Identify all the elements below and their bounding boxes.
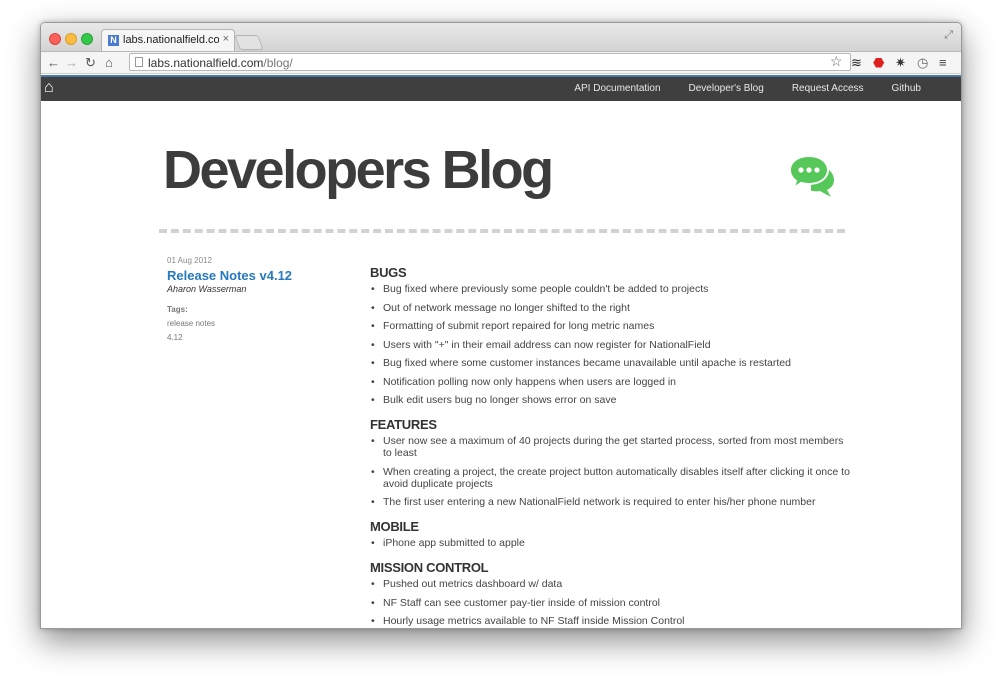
forward-icon[interactable]: → (65, 54, 78, 71)
list-item: Bug fixed where previously some people c… (370, 283, 850, 295)
back-icon[interactable]: ← (47, 54, 60, 71)
list-item: When creating a project, the create proj… (370, 466, 850, 490)
bookmark-star-icon[interactable]: ☆ (830, 53, 843, 70)
home-nav-icon[interactable]: ⌂ (44, 79, 54, 97)
browser-window: N labs.nationalfield.com/blog/ × ⤢ ← → ↻… (40, 22, 962, 629)
section-heading: BUGS (370, 265, 407, 280)
section-list: Bug fixed where previously some people c… (370, 283, 850, 406)
list-item: Formatting of submit report repaired for… (370, 320, 850, 332)
list-item: User now see a maximum of 40 projects du… (370, 435, 850, 459)
menu-icon[interactable]: ≡ (939, 55, 947, 70)
page-title: Developers Blog (163, 140, 554, 200)
tab-strip: N labs.nationalfield.com/blog/ × ⤢ (41, 23, 961, 52)
reload-icon[interactable]: ↻ (85, 54, 96, 71)
blog-content: Developers Blog 01 Aug 2012 Release Note… (41, 101, 961, 628)
site-favicon-icon: N (108, 35, 119, 46)
nav-link-github[interactable]: Github (892, 83, 921, 94)
list-item: Out of network message no longer shifted… (370, 302, 850, 314)
tag-list: release notes 4.12 (167, 319, 292, 342)
nav-links: API Documentation Developer's Blog Request… (546, 83, 921, 94)
section-list: iPhone app submitted to apple (370, 537, 850, 549)
post-date: 01 Aug 2012 (167, 256, 212, 265)
tag-link[interactable]: release notes (167, 319, 292, 328)
list-item: Bulk edit users bug no longer shows erro… (370, 394, 850, 406)
chat-bubbles-icon (789, 155, 834, 197)
adblock-extension-icon[interactable]: ⬣ (873, 55, 884, 70)
address-bar[interactable]: labs.nationalfield.com/blog/ (129, 53, 851, 71)
post-body: BUGS Bug fixed where previously some peop… (370, 265, 850, 628)
nav-link-api-documentation[interactable]: API Documentation (574, 83, 660, 94)
dashed-divider (159, 229, 845, 233)
section-list: Pushed out metrics dashboard w/ data NF S… (370, 578, 850, 627)
list-item: The first user entering a new NationalFi… (370, 496, 850, 508)
tag-link[interactable]: 4.12 (167, 333, 292, 342)
section-heading: MOBILE (370, 519, 419, 534)
post-author: Aharon Wasserman (167, 284, 247, 294)
list-item: Hourly usage metrics available to NF Sta… (370, 615, 850, 627)
browser-tab[interactable]: N labs.nationalfield.com/blog/ × (101, 29, 235, 51)
url-text: labs.nationalfield.com/blog/ (148, 56, 293, 70)
site-navigation: ⌂ API Documentation Developer's Blog Reque… (41, 75, 961, 101)
section-list: User now see a maximum of 40 projects du… (370, 435, 850, 508)
list-item: iPhone app submitted to apple (370, 537, 850, 549)
zoom-window-button[interactable] (81, 33, 93, 45)
nav-link-request-access[interactable]: Request Access (792, 83, 864, 94)
list-item: Pushed out metrics dashboard w/ data (370, 578, 850, 590)
minimize-window-button[interactable] (65, 33, 77, 45)
section-heading: FEATURES (370, 417, 437, 432)
new-tab-button[interactable] (234, 35, 264, 50)
post-meta: 01 Aug 2012 Release Notes v4.12 Aharon W… (167, 256, 292, 342)
tags-label: Tags: (167, 305, 188, 314)
buffer-extension-icon[interactable]: ≋ (851, 55, 862, 70)
home-icon[interactable]: ⌂ (105, 54, 113, 71)
page-icon (135, 57, 143, 67)
nav-link-developer-s-blog[interactable]: Developer's Blog (689, 83, 764, 94)
list-item: Notification polling now only happens wh… (370, 376, 850, 388)
tab-title: labs.nationalfield.com/blog/ (123, 34, 219, 46)
tab-close-icon[interactable]: × (223, 33, 229, 45)
list-item: Bug fixed where some customer instances … (370, 357, 850, 369)
close-window-button[interactable] (49, 33, 61, 45)
browser-toolbar: ← → ↻ ⌂ labs.nationalfield.com/blog/ ☆ ≋… (41, 52, 961, 74)
post-title-link[interactable]: Release Notes v4.12 (167, 268, 292, 283)
list-item: Users with "+" in their email address ca… (370, 339, 850, 351)
speed-dial-icon[interactable]: ◷ (917, 55, 928, 70)
settings-gear-icon[interactable]: ✷ (895, 55, 906, 70)
fullscreen-icon[interactable]: ⤢ (944, 29, 953, 42)
section-heading: MISSION CONTROL (370, 560, 489, 575)
list-item: NF Staff can see customer pay-tier insid… (370, 597, 850, 609)
